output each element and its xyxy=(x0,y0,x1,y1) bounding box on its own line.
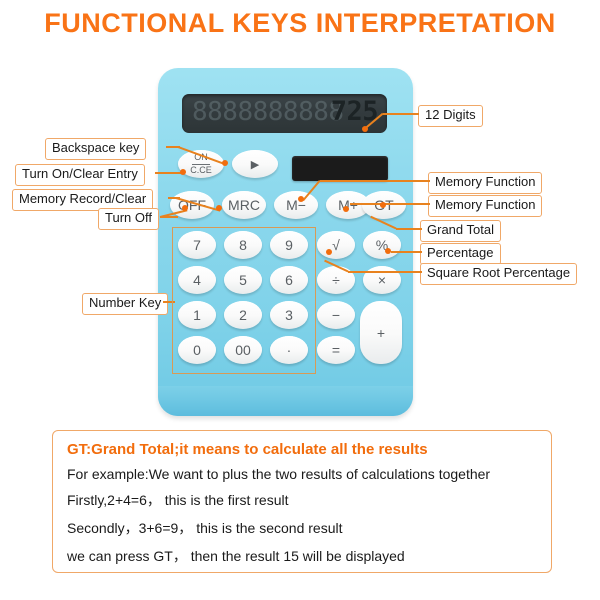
equals-icon: = xyxy=(331,342,341,358)
number-key-bracket xyxy=(172,227,316,374)
connector-dot-mrc xyxy=(216,205,222,211)
callout-memory-function-2: Memory Function xyxy=(428,195,543,217)
multiply-icon: × xyxy=(377,272,387,288)
connector-dot-memory-1 xyxy=(298,196,304,202)
lcd-display: 8888888888 725 xyxy=(182,94,387,133)
info-box-line-1: For example:We want to plus the two resu… xyxy=(67,466,491,482)
calculator-bottom-edge xyxy=(158,386,413,416)
callout-percentage: Percentage xyxy=(420,243,501,265)
page-title: FUNCTIONAL KEYS INTERPRETATION xyxy=(44,8,556,38)
info-box: GT:Grand Total;it means to calculate all… xyxy=(52,430,552,573)
info-box-heading: GT:Grand Total;it means to calculate all… xyxy=(67,441,428,458)
callout-turn-on-clear-entry: Turn On/Clear Entry xyxy=(15,164,145,186)
key-plus[interactable]: + xyxy=(360,301,402,364)
connector-dot-off xyxy=(182,205,188,211)
callout-number-key: Number Key xyxy=(82,293,169,315)
connector-dot-memory-2 xyxy=(343,206,349,212)
key-percent[interactable]: % xyxy=(363,231,401,259)
mrc-label: MRC xyxy=(228,197,260,213)
minus-icon: − xyxy=(331,307,341,323)
connector-memory-1-h xyxy=(320,180,430,182)
connector-dot-backspace xyxy=(222,160,228,166)
connector-memory-2-h xyxy=(350,203,430,205)
key-equals[interactable]: = xyxy=(317,336,355,364)
divide-icon: ÷ xyxy=(332,272,340,288)
ce-label: C.CE xyxy=(190,164,212,175)
info-box-line-2: Firstly,2+4=6， this is the first result xyxy=(67,492,289,508)
connector-12-digits-h xyxy=(383,113,419,115)
callout-grand-total: Grand Total xyxy=(420,220,501,242)
connector-dot-sqrt xyxy=(326,249,332,255)
solar-panel xyxy=(292,156,388,181)
connector-on-ce xyxy=(155,172,183,174)
page-root: FUNCTIONAL KEYS INTERPRETATION 888888888… xyxy=(0,0,600,600)
plus-icon: + xyxy=(376,324,386,341)
callout-memory-function-1: Memory Function xyxy=(428,172,543,194)
key-memory-minus[interactable]: M− xyxy=(274,191,318,219)
sqrt-icon: √ xyxy=(332,237,340,253)
info-box-line-4: we can press GT， then the result 15 will… xyxy=(67,548,405,564)
connector-dot-on-ce xyxy=(180,169,186,175)
info-box-line-3: Secondly，3+6=9， this is the second resul… xyxy=(67,520,343,536)
key-mrc[interactable]: MRC xyxy=(222,191,266,219)
key-minus[interactable]: − xyxy=(317,301,355,329)
backspace-icon: ▶ xyxy=(250,158,260,171)
connector-dot-percentage xyxy=(385,248,391,254)
connector-dot-12-digits xyxy=(362,126,368,132)
key-backspace[interactable]: ▶ xyxy=(232,150,278,178)
connector-sqrt-h xyxy=(348,271,422,273)
connector-grand-total-h xyxy=(396,228,422,230)
callout-square-root-percentage: Square Root Percentage xyxy=(420,263,578,285)
callout-12-digits: 12 Digits xyxy=(418,105,483,127)
callout-turn-off: Turn Off xyxy=(98,208,159,230)
callout-backspace-key: Backspace key xyxy=(45,138,147,160)
connector-percentage-h xyxy=(391,251,422,253)
connector-dot-grand-total xyxy=(380,202,386,208)
lcd-ghost-digits: 8888888888 xyxy=(192,97,344,127)
key-square-root[interactable]: √ xyxy=(317,231,355,259)
